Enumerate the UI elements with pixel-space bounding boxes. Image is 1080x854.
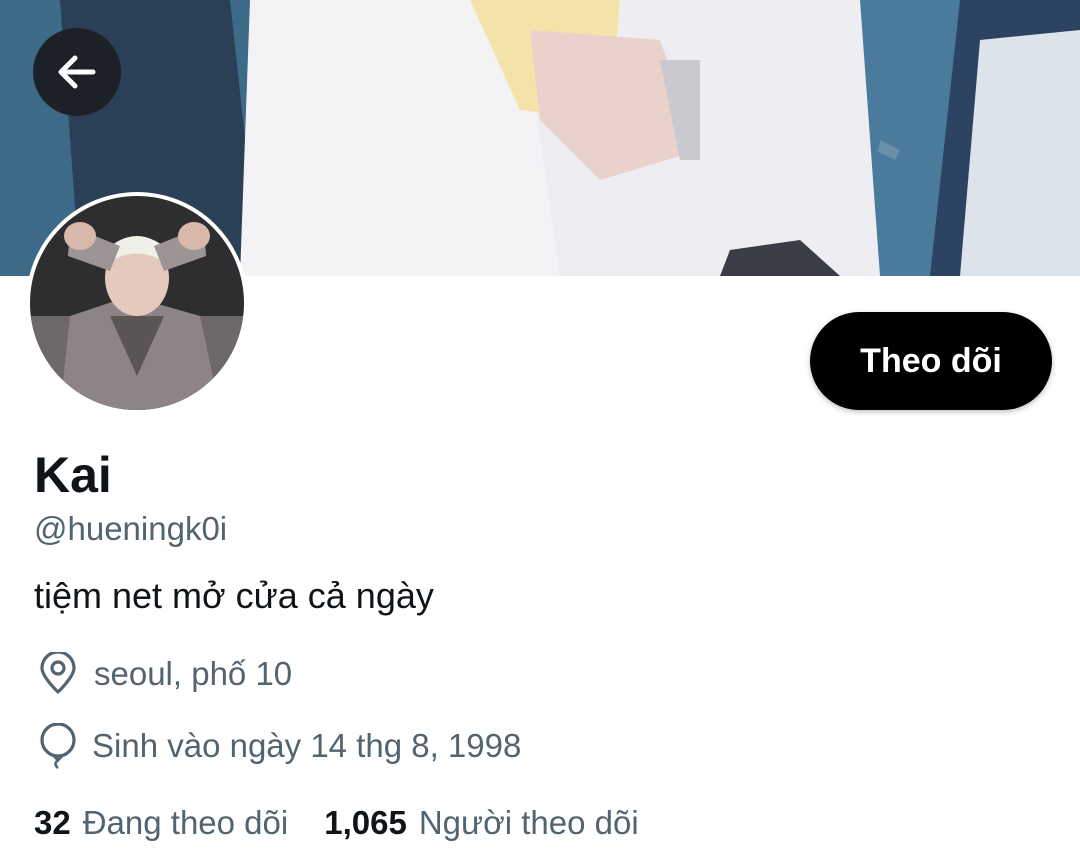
handle: @hueningk0i	[34, 510, 228, 547]
following-label: Đang theo dõi	[82, 804, 289, 841]
display-name: Kai	[34, 447, 112, 503]
followers-count: 1,065	[324, 804, 407, 841]
avatar[interactable]	[26, 192, 248, 414]
birthday-row: Sinh vào ngày 14 thg 8, 1998	[34, 722, 521, 770]
following-stat[interactable]: 32 Đang theo dõi	[34, 804, 288, 842]
follow-button[interactable]: Theo dõi	[810, 312, 1052, 410]
arrow-left-icon	[58, 55, 96, 89]
location-pin-icon	[34, 650, 82, 698]
location-row: seoul, phố 10	[34, 650, 292, 698]
followers-stat[interactable]: 1,065 Người theo dõi	[324, 804, 638, 842]
following-count: 32	[34, 804, 71, 841]
follow-stats: 32 Đang theo dõi 1,065 Người theo dõi	[34, 804, 639, 842]
back-button[interactable]	[33, 28, 121, 116]
location-text: seoul, phố 10	[94, 655, 293, 692]
avatar-image	[30, 196, 244, 410]
followers-label: Người theo dõi	[418, 804, 639, 841]
balloon-icon	[34, 722, 82, 770]
birthday-text: Sinh vào ngày 14 thg 8, 1998	[92, 727, 522, 764]
bio: tiệm net mở cửa cả ngày	[34, 575, 434, 616]
